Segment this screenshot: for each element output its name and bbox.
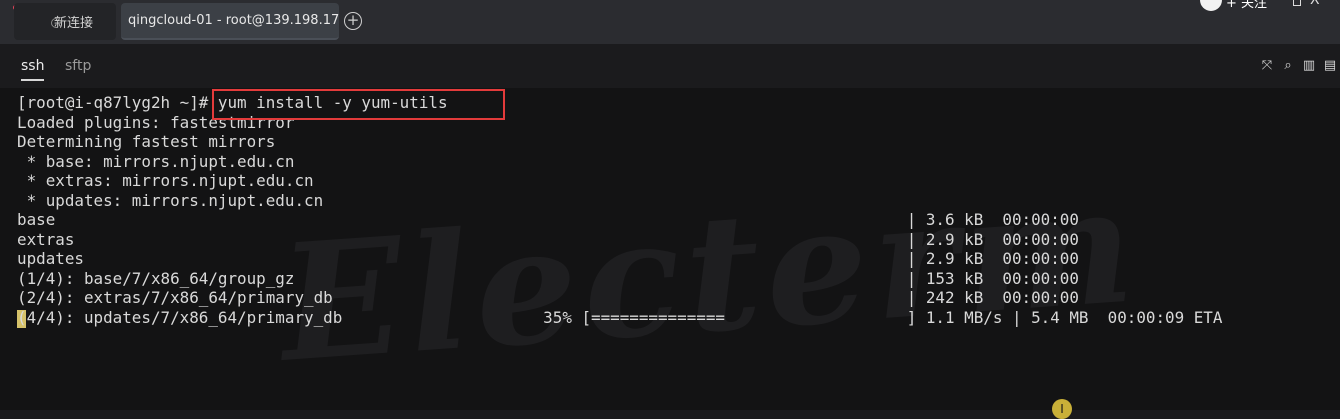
copy-icon[interactable]: [1293, 0, 1301, 6]
tab-ssh-underline: [21, 79, 44, 81]
terminal-line: * extras: mirrors.njupt.edu.cn: [17, 171, 314, 190]
avatar[interactable]: [1200, 0, 1222, 11]
terminal-line: (1/4): base/7/x86_64/group_gz | 153 kB 0…: [17, 269, 1079, 288]
tab-active-label: qingcloud-01 - root@139.198.175...: [128, 13, 339, 28]
search-icon[interactable]: ⌕: [1280, 58, 1296, 74]
split-vertical-icon[interactable]: ▥: [1301, 58, 1317, 74]
split-horizontal-icon[interactable]: ▤: [1322, 58, 1338, 74]
tab-new-connection[interactable]: 新连接: [14, 3, 116, 40]
terminal-line: extras | 2.9 kB 00:00:00: [17, 230, 1079, 249]
tab-bar: 新连接 qingcloud-01 - root@139.198.175... +…: [0, 0, 1340, 44]
terminal-line: * updates: mirrors.njupt.edu.cn: [17, 191, 324, 210]
terminal-line: updates | 2.9 kB 00:00:00: [17, 249, 1079, 268]
terminal-line: base | 3.6 kB 00:00:00: [17, 210, 1079, 229]
terminal-line: (4/4): updates/7/x86_64/primary_db 35% […: [17, 308, 1223, 327]
tab-ssh[interactable]: ssh: [21, 58, 44, 74]
close-icon[interactable]: X: [1310, 0, 1320, 8]
terminal-toolbar: ⤧ ⌕ ▥ ▤: [1259, 58, 1338, 74]
window-controls: + 关注 X: [1198, 0, 1340, 12]
terminal-line: Determining fastest mirrors: [17, 132, 276, 151]
command-highlight-box: [212, 89, 505, 120]
tab-active-session[interactable]: qingcloud-01 - root@139.198.175...: [121, 3, 339, 40]
fullscreen-icon[interactable]: ⤧: [1259, 58, 1275, 74]
tab-sftp[interactable]: sftp: [65, 58, 91, 74]
add-tab-icon[interactable]: +: [344, 12, 362, 30]
follow-button[interactable]: + 关注: [1226, 0, 1267, 11]
terminal-line: * base: mirrors.njupt.edu.cn: [17, 152, 295, 171]
terminal-line: (2/4): extras/7/x86_64/primary_db | 242 …: [17, 288, 1079, 307]
mouse-cursor-icon: I: [1052, 399, 1072, 419]
